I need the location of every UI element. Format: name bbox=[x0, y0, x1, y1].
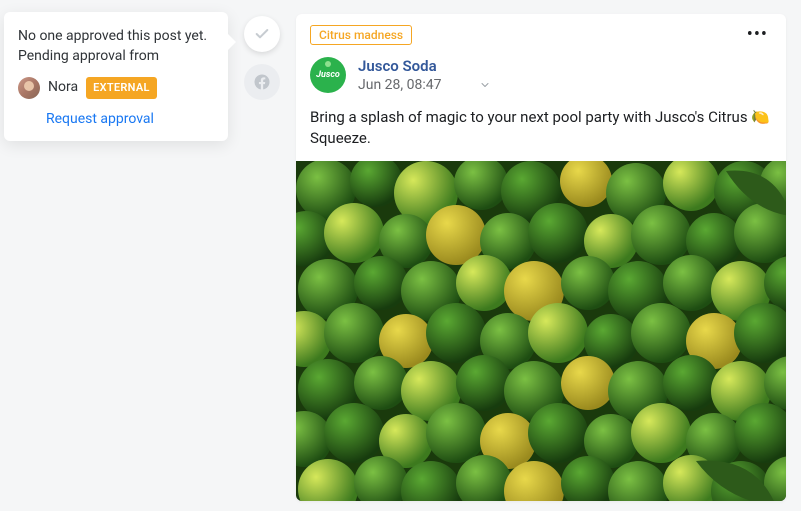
approver-name: Nora bbox=[48, 77, 78, 97]
side-actions bbox=[244, 16, 280, 100]
more-button[interactable]: ••• bbox=[743, 24, 772, 45]
approval-message-line2: Pending approval from bbox=[18, 48, 159, 64]
approver-row: Nora EXTERNAL bbox=[18, 77, 214, 99]
post-date: Jun 28, 08:47 bbox=[358, 77, 441, 93]
post-meta: Jusco Jusco Soda Jun 28, 08:47 bbox=[296, 51, 786, 103]
post-header: Citrus madness ••• bbox=[296, 14, 786, 51]
lemon-emoji: 🍋 bbox=[751, 108, 770, 126]
post-image bbox=[296, 161, 786, 501]
account-name[interactable]: Jusco Soda bbox=[358, 57, 491, 75]
brand-logo-text: Jusco bbox=[316, 70, 340, 80]
post-date-row[interactable]: Jun 28, 08:47 bbox=[358, 77, 491, 93]
check-icon bbox=[254, 26, 270, 42]
external-badge: EXTERNAL bbox=[86, 77, 157, 99]
post-body-text: Bring a splash of magic to your next poo… bbox=[310, 108, 751, 126]
campaign-tag[interactable]: Citrus madness bbox=[310, 25, 412, 45]
facebook-icon bbox=[253, 73, 271, 91]
avatar bbox=[18, 77, 40, 99]
brand-logo: Jusco bbox=[310, 57, 346, 93]
approval-popup: No one approved this post yet. Pending a… bbox=[4, 12, 228, 141]
chevron-down-icon bbox=[479, 79, 491, 91]
post-meta-text: Jusco Soda Jun 28, 08:47 bbox=[358, 57, 491, 93]
request-approval-link[interactable]: Request approval bbox=[46, 109, 214, 129]
post-body: Bring a splash of magic to your next poo… bbox=[296, 103, 786, 161]
post-body-text-after: Squeeze. bbox=[310, 129, 371, 147]
platform-button[interactable] bbox=[244, 64, 280, 100]
approval-message-line1: No one approved this post yet. bbox=[18, 28, 207, 44]
approve-button[interactable] bbox=[244, 16, 280, 52]
post-card: Citrus madness ••• Jusco Jusco Soda Jun … bbox=[296, 14, 786, 501]
approval-message: No one approved this post yet. Pending a… bbox=[18, 26, 214, 67]
